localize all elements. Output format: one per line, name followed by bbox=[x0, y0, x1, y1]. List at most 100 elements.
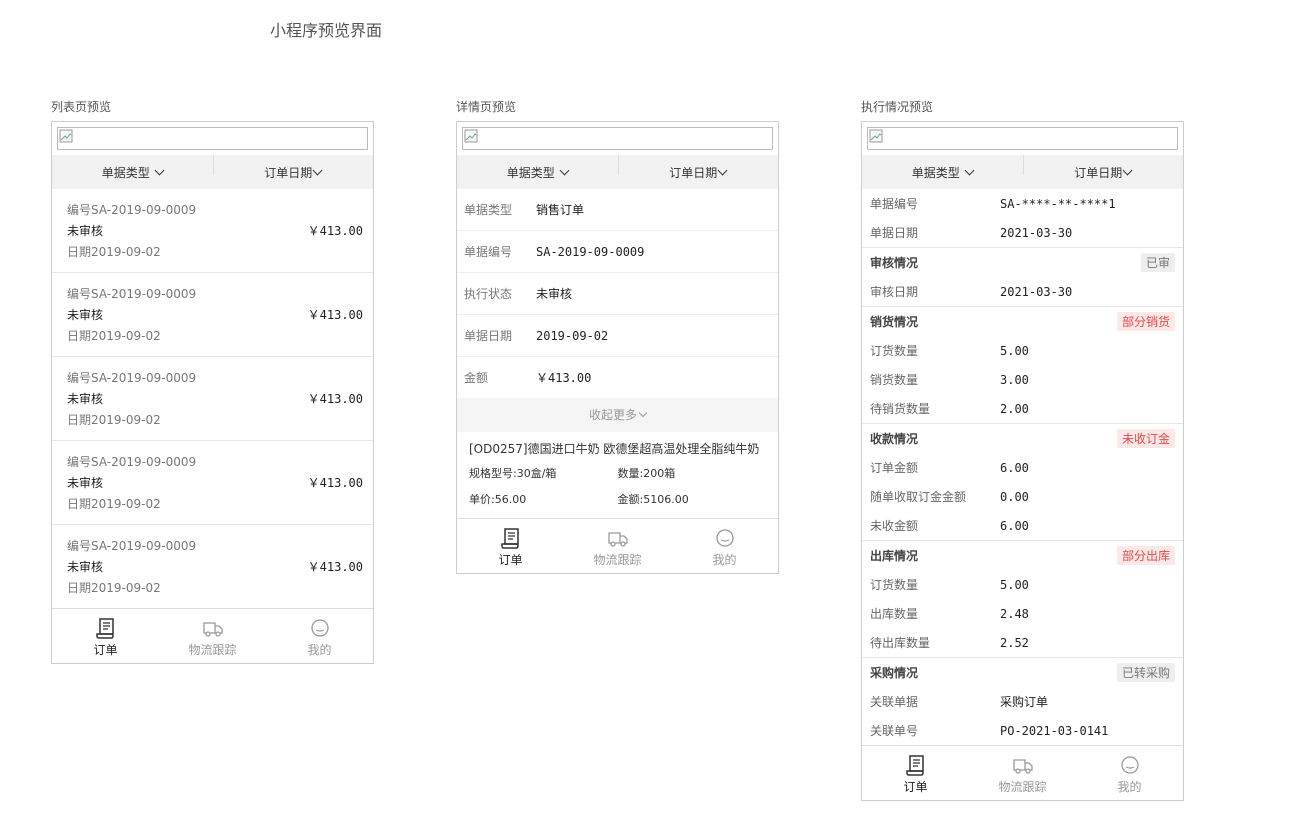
banner-image bbox=[57, 127, 368, 150]
tab-mine[interactable]: 我的 bbox=[671, 519, 778, 573]
purchase-section-header: 采购情况 已转采购 bbox=[862, 657, 1183, 687]
order-date: 日期2019-09-02 bbox=[67, 329, 161, 343]
tab-mine[interactable]: 我的 bbox=[1076, 746, 1183, 800]
order-number: 编号SA-2019-09-0009 bbox=[67, 371, 197, 385]
tab-order-label: 订单 bbox=[93, 643, 118, 657]
type-filter[interactable]: 单据类型 bbox=[457, 164, 618, 181]
collapse-more-button[interactable]: 收起更多 bbox=[457, 398, 778, 432]
order-status: 未审核 bbox=[67, 224, 104, 238]
status-badge: 部分出库 bbox=[1116, 546, 1175, 565]
detail-key: 单据类型 bbox=[464, 203, 513, 217]
detail-row: 单据类型 销售订单 bbox=[457, 189, 778, 231]
exec-value: 6.00 bbox=[1000, 460, 1029, 475]
smiley-icon bbox=[310, 619, 329, 637]
exec-key: 订货数量 bbox=[870, 344, 919, 358]
type-filter[interactable]: 单据类型 bbox=[52, 164, 213, 181]
section-title: 收款情况 bbox=[870, 432, 919, 446]
exec-key: 待销货数量 bbox=[870, 402, 931, 416]
exec-key: 审核日期 bbox=[870, 285, 919, 299]
exec-row: 单据编号 SA-****-**-****1 bbox=[862, 189, 1183, 218]
exec-key: 关联单据 bbox=[870, 695, 919, 709]
detail-value: SA-2019-09-0009 bbox=[536, 244, 645, 259]
tab-order[interactable]: 订单 bbox=[52, 609, 159, 663]
list-item[interactable]: 编号SA-2019-09-0009 未审核 ￥413.00 日期2019-09-… bbox=[52, 189, 373, 273]
payment-section-header: 收款情况 未收订金 bbox=[862, 423, 1183, 453]
exec-key: 订单金额 bbox=[870, 461, 919, 475]
date-filter-label: 订单日期 bbox=[264, 165, 313, 180]
banner-image bbox=[867, 127, 1178, 150]
tab-order[interactable]: 订单 bbox=[457, 519, 564, 573]
list-item[interactable]: 编号SA-2019-09-0009 未审核 ￥413.00 日期2019-09-… bbox=[52, 441, 373, 525]
order-number: 编号SA-2019-09-0009 bbox=[67, 203, 197, 217]
exec-value: 3.00 bbox=[1000, 372, 1029, 387]
exec-row: 订货数量 5.00 bbox=[862, 336, 1183, 365]
exec-row: 订单金额 6.00 bbox=[862, 453, 1183, 482]
product-card[interactable]: [OD0257]德国进口牛奶 欧德堡超高温处理全脂纯牛奶 规格型号:30盒/箱 数… bbox=[457, 432, 778, 518]
detail-key: 执行状态 bbox=[464, 287, 513, 301]
tab-mine-label: 我的 bbox=[712, 553, 737, 567]
exec-row: 单据日期 2021-03-30 bbox=[862, 218, 1183, 247]
detail-value: 销售订单 bbox=[536, 203, 585, 217]
exec-key: 单据编号 bbox=[870, 197, 919, 211]
exec-row: 待销货数量 2.00 bbox=[862, 394, 1183, 423]
truck-icon bbox=[607, 532, 628, 547]
list-item[interactable]: 编号SA-2019-09-0009 未审核 ￥413.00 日期2019-09-… bbox=[52, 357, 373, 441]
section-title: 采购情况 bbox=[870, 666, 919, 680]
tab-logistics[interactable]: 物流跟踪 bbox=[564, 519, 671, 573]
tab-logistics-label: 物流跟踪 bbox=[188, 643, 237, 657]
detail-row: 执行状态 未审核 bbox=[457, 273, 778, 315]
order-number: 编号SA-2019-09-0009 bbox=[67, 539, 197, 553]
detail-row: 金额 ￥413.00 bbox=[457, 357, 778, 398]
exec-row: 审核日期 2021-03-30 bbox=[862, 277, 1183, 306]
product-price: 单价:56.00 bbox=[469, 493, 527, 506]
broken-image-icon bbox=[869, 129, 883, 143]
exec-row: 随单收取订金金额 0.00 bbox=[862, 482, 1183, 511]
truck-icon bbox=[1012, 759, 1033, 774]
chevron-down-icon bbox=[717, 165, 728, 175]
tab-bar: 订单 物流跟踪 我的 bbox=[52, 608, 373, 663]
banner-image bbox=[462, 127, 773, 150]
chevron-down-icon bbox=[559, 165, 570, 175]
date-filter-label: 订单日期 bbox=[669, 165, 718, 180]
audit-section-header: 审核情况 已审 bbox=[862, 247, 1183, 277]
exec-key: 随单收取订金金额 bbox=[870, 490, 967, 504]
date-filter[interactable]: 订单日期 bbox=[212, 154, 374, 181]
section-title: 审核情况 bbox=[870, 256, 919, 270]
order-number: 编号SA-2019-09-0009 bbox=[67, 287, 197, 301]
list-item[interactable]: 编号SA-2019-09-0009 未审核 ￥413.00 日期2019-09-… bbox=[52, 525, 373, 608]
exec-row: 关联单据 采购订单 bbox=[862, 687, 1183, 716]
type-filter[interactable]: 单据类型 bbox=[862, 164, 1023, 181]
detail-fields: 单据类型 销售订单 单据编号 SA-2019-09-0009 执行状态 未审核 单据日… bbox=[457, 189, 778, 398]
date-filter[interactable]: 订单日期 bbox=[1022, 154, 1184, 181]
type-filter-label: 单据类型 bbox=[506, 165, 555, 180]
tab-logistics-label: 物流跟踪 bbox=[593, 553, 642, 567]
order-status: 未审核 bbox=[67, 476, 104, 490]
exec-row: 关联单号 PO-2021-03-0141 bbox=[862, 716, 1183, 745]
tab-logistics[interactable]: 物流跟踪 bbox=[969, 746, 1076, 800]
detail-row: 单据日期 2019-09-02 bbox=[457, 315, 778, 357]
exec-value: 2021-03-30 bbox=[1000, 284, 1073, 299]
detail-value: ￥413.00 bbox=[536, 371, 592, 385]
tab-order[interactable]: 订单 bbox=[862, 746, 969, 800]
date-filter[interactable]: 订单日期 bbox=[617, 154, 779, 181]
exec-value: SA-****-**-****1 bbox=[1000, 196, 1116, 211]
detail-row: 单据编号 SA-2019-09-0009 bbox=[457, 231, 778, 273]
order-amount: ￥413.00 bbox=[307, 392, 363, 406]
detail-key: 单据编号 bbox=[464, 245, 513, 259]
chevron-down-icon bbox=[154, 165, 165, 175]
tab-logistics[interactable]: 物流跟踪 bbox=[159, 609, 266, 663]
chevron-down-icon bbox=[638, 408, 648, 418]
tab-mine[interactable]: 我的 bbox=[266, 609, 373, 663]
order-icon bbox=[95, 618, 114, 639]
order-status: 未审核 bbox=[67, 560, 104, 574]
list-item[interactable]: 编号SA-2019-09-0009 未审核 ￥413.00 日期2019-09-… bbox=[52, 273, 373, 357]
product-amount: 金额:5106.00 bbox=[617, 493, 689, 506]
broken-image-icon bbox=[59, 129, 73, 143]
exec-key: 出库数量 bbox=[870, 607, 919, 621]
exec-value: 5.00 bbox=[1000, 577, 1029, 592]
status-badge: 部分销货 bbox=[1116, 312, 1175, 331]
order-icon bbox=[905, 755, 924, 776]
status-badge: 已审 bbox=[1140, 253, 1175, 272]
order-list: 编号SA-2019-09-0009 未审核 ￥413.00 日期2019-09-… bbox=[52, 189, 373, 608]
product-qty: 数量:200箱 bbox=[617, 467, 676, 480]
